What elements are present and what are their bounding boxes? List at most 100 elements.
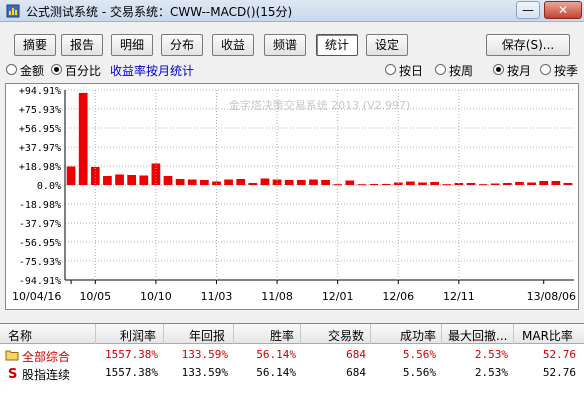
bar	[345, 180, 355, 185]
row-name: 全部综合	[22, 350, 71, 364]
svg-text:S: S	[8, 367, 17, 379]
table-header: 名称 利润率 年回报 胜率 交易数 成功率 最大回撤... MAR比率	[0, 324, 584, 344]
bar	[442, 184, 452, 186]
y-tick-label: -94.91%	[19, 276, 61, 287]
cell-mar-ratio: 52.76	[542, 366, 576, 379]
bar	[309, 179, 318, 185]
app-icon	[6, 4, 20, 18]
col-annual-return[interactable]: 年回报	[189, 327, 225, 344]
x-tick-label: 12/01	[322, 290, 354, 303]
period-quarter-radio[interactable]	[540, 64, 551, 75]
percent-radio[interactable]	[51, 64, 62, 75]
tab-detail[interactable]: 明细	[111, 34, 153, 56]
table-row[interactable]: S 股指连续 1557.38% 133.59% 56.14% 684 5.56%…	[0, 364, 584, 382]
results-table: 名称 利润率 年回报 胜率 交易数 成功率 最大回撤... MAR比率 全部综合…	[0, 323, 584, 419]
bar	[357, 184, 367, 186]
chart-panel: 金字塔决策交易系统 2013 (V2.997) +94.91% +75.93% +56…	[5, 83, 579, 310]
y-tick-label: -56.95%	[19, 238, 61, 249]
tab-returns[interactable]: 收益	[212, 34, 254, 56]
bar	[515, 181, 524, 185]
bar	[248, 182, 258, 185]
bar	[224, 179, 233, 185]
bar	[284, 179, 294, 185]
bar	[139, 175, 149, 185]
col-profit-rate[interactable]: 利润率	[120, 327, 156, 344]
cell-trade-count: 684	[346, 348, 366, 361]
cell-mar-ratio: 52.76	[542, 348, 576, 361]
close-button[interactable]: ✕	[544, 1, 582, 19]
cell-win-rate: 56.14%	[256, 348, 296, 361]
table-row[interactable]: 全部综合 1557.38% 133.59% 56.14% 684 5.56% 2…	[0, 346, 584, 364]
x-tick-label: 10/10	[140, 290, 172, 303]
cell-annual-return: 133.59%	[181, 348, 228, 361]
x-tick-label: 12/06	[382, 290, 414, 303]
bar	[78, 92, 88, 185]
bar	[163, 175, 173, 185]
tab-report[interactable]: 报告	[61, 34, 103, 56]
bar	[551, 180, 561, 185]
period-week-label: 按周	[449, 64, 474, 78]
period-month-label: 按月	[507, 64, 532, 78]
bar	[539, 180, 549, 185]
stat-caption: 收益率按月统计	[110, 64, 195, 78]
bar	[466, 182, 476, 185]
bar	[490, 183, 500, 185]
x-tick-label: 11/03	[201, 290, 233, 303]
tab-settings[interactable]: 设定	[366, 34, 408, 56]
bar	[478, 184, 488, 186]
bar	[103, 175, 112, 185]
col-success-rate[interactable]: 成功率	[400, 327, 436, 344]
col-name[interactable]: 名称	[8, 327, 32, 344]
amount-label: 金额	[20, 64, 45, 78]
title-bar: 公式测试系统 - 交易系统：CWW--MACD()(15分) — ✕	[0, 0, 584, 22]
bar	[236, 178, 246, 185]
period-quarter-label: 按季	[554, 64, 579, 78]
bar	[175, 178, 185, 185]
bar	[527, 182, 536, 185]
x-tick-label: 10/05	[79, 290, 111, 303]
cell-trade-count: 684	[346, 366, 366, 379]
folder-icon	[5, 350, 19, 361]
bar	[406, 181, 415, 185]
tab-summary[interactable]: 摘要	[14, 34, 56, 56]
cell-profit-rate: 1557.38%	[105, 366, 158, 379]
amount-radio[interactable]	[6, 64, 17, 75]
window-title: 公式测试系统 - 交易系统：CWW--MACD()(15分)	[26, 5, 293, 19]
tab-spectrum[interactable]: 频谱	[264, 34, 306, 56]
tab-statistics[interactable]: 统计	[316, 34, 358, 56]
col-max-drawdown[interactable]: 最大回撤...	[448, 327, 507, 344]
cell-success-rate: 5.56%	[402, 366, 436, 379]
period-month-radio[interactable]	[493, 64, 504, 75]
y-tick-label: +37.97%	[19, 143, 61, 154]
cell-max-drawdown: 2.53%	[474, 348, 508, 361]
options-row: 金额 百分比 收益率按月统计 按日 按周 按月 按季	[0, 60, 584, 80]
bar	[115, 174, 124, 185]
bar	[381, 183, 391, 185]
y-tick-label: +94.91%	[19, 86, 61, 97]
bar	[502, 182, 512, 185]
period-day-label: 按日	[399, 64, 424, 78]
bar	[333, 184, 343, 186]
bar	[187, 179, 197, 185]
tab-distribution[interactable]: 分布	[161, 34, 203, 56]
save-button[interactable]: 保存(S)...	[486, 34, 570, 56]
period-week-radio[interactable]	[435, 64, 446, 75]
bar	[369, 183, 379, 185]
minimize-button[interactable]: —	[516, 1, 540, 19]
y-tick-label: +18.98%	[19, 162, 61, 173]
bar	[296, 179, 306, 185]
bar	[418, 182, 427, 185]
x-tick-label: 11/08	[261, 290, 293, 303]
percent-label: 百分比	[65, 64, 102, 78]
bar	[127, 174, 137, 185]
col-trade-count[interactable]: 交易数	[328, 327, 364, 344]
period-day-radio[interactable]	[385, 64, 396, 75]
col-win-rate[interactable]: 胜率	[270, 327, 294, 344]
bar	[90, 166, 100, 185]
y-tick-label: +75.93%	[19, 105, 61, 116]
y-tick-label: -18.98%	[19, 200, 61, 211]
monthly-return-chart: 金字塔决策交易系统 2013 (V2.997) +94.91% +75.93% +56…	[12, 86, 576, 303]
toolbar: 摘要 报告 明细 分布 收益 频谱 统计 设定 保存(S)...	[0, 22, 584, 60]
col-mar-ratio[interactable]: MAR比率	[522, 327, 573, 344]
bar	[321, 179, 330, 185]
